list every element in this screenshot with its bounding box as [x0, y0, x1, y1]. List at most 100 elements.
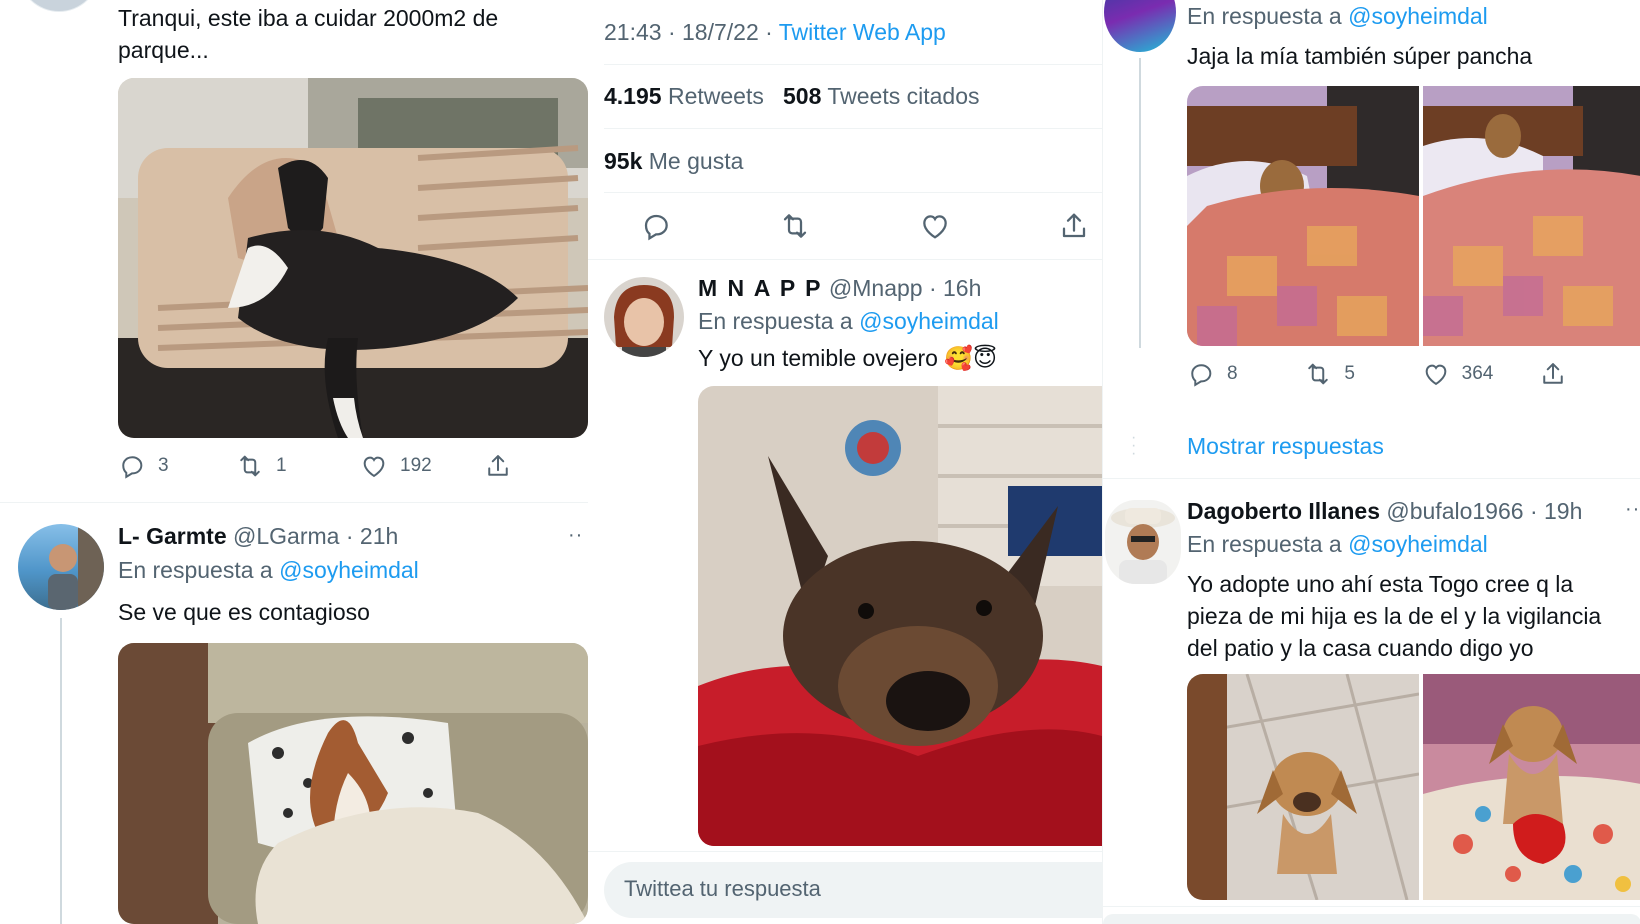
reply-button[interactable]: 8 [1187, 360, 1304, 388]
share-button[interactable] [1539, 360, 1567, 388]
handle[interactable]: @bufalo1966 [1386, 498, 1523, 524]
retweet-icon [236, 452, 264, 480]
tweet-photo-puppy-1[interactable] [1187, 674, 1419, 900]
tweet-header: Dagoberto Illanes @bufalo1966 · 19h [1187, 498, 1582, 525]
tweet-header: L- Garmte @LGarma · 21h [118, 523, 398, 550]
like-button[interactable] [919, 210, 951, 242]
share-button[interactable] [1058, 210, 1090, 242]
divider [0, 502, 588, 503]
retweet-icon [1304, 360, 1332, 388]
more-options-icon[interactable]: ·· [568, 524, 583, 547]
reply-icon [1187, 360, 1215, 388]
thread-line [60, 618, 62, 924]
emoji: 🥰😇 [944, 345, 997, 371]
tweet-header: M N A P P @Mnapp · 16h [698, 275, 981, 302]
mention-link[interactable]: @soyheimdal [1348, 3, 1488, 29]
tweet-text: Y yo un temible ovejero 🥰😇 [698, 342, 997, 374]
reply-prefix: En respuesta a [118, 557, 273, 583]
retweet-button[interactable]: 5 [1304, 360, 1421, 388]
avatar[interactable] [604, 277, 684, 357]
tweet-text-line: Tranqui, este iba a cuidar 2000m2 de [118, 5, 499, 31]
retweets-stat[interactable]: 4.195 Retweets [604, 83, 764, 109]
divider [1103, 906, 1640, 907]
share-icon [484, 452, 512, 480]
mention-link[interactable]: @soyheimdal [1348, 531, 1488, 557]
tweet-text: Se ve que es contagioso [118, 599, 370, 625]
reply-context: En respuesta a @soyheimdal [118, 554, 419, 586]
tweet-actions [640, 210, 1090, 242]
tweet-photo-german-shepherd[interactable] [698, 386, 1102, 846]
share-icon [1058, 210, 1090, 242]
tweet-time[interactable]: · 16h [929, 275, 981, 301]
tweet-time[interactable]: · 19h [1530, 498, 1582, 524]
heart-icon [919, 210, 951, 242]
reply-icon [640, 210, 672, 242]
timestamp-text[interactable]: 21:43 · 18/7/22 · [604, 19, 773, 45]
tweet-photo-puppy-2[interactable] [1423, 674, 1640, 900]
mention-link[interactable]: @soyheimdal [279, 557, 419, 583]
quotes-stat[interactable]: 508 Tweets citados [783, 83, 980, 109]
divider [604, 192, 1102, 193]
reply-count: 8 [1227, 363, 1238, 384]
tweet-photo-dog-on-sofa[interactable] [118, 78, 588, 438]
reply-button[interactable]: 3 [118, 452, 236, 480]
reply-context: En respuesta a @soyheimdal [698, 305, 999, 337]
tweet-actions: 8 5 364 [1187, 360, 1567, 388]
reply-input[interactable]: Twittea tu respuesta [604, 862, 1102, 918]
tweet-photo-dog-in-bed-2[interactable] [1423, 86, 1640, 346]
middle-column: 21:43 · 18/7/22 · Twitter Web App 4.195 … [588, 0, 1102, 924]
tweet-actions: 3 1 192 [118, 452, 522, 480]
right-column: En respuesta a @soyheimdal Jaja la mía t… [1102, 0, 1640, 924]
tweet-text-line: del patio y la casa cuando digo yo [1187, 635, 1534, 661]
display-name[interactable]: L- Garmte [118, 523, 227, 549]
like-count: 192 [400, 455, 432, 476]
avatar[interactable] [18, 0, 100, 12]
display-name[interactable]: M N A P P [698, 275, 823, 301]
retweet-button[interactable] [779, 210, 811, 242]
divider [588, 851, 1102, 852]
source-link[interactable]: Twitter Web App [779, 19, 946, 45]
thread-dots-icon: · · · [1131, 429, 1137, 462]
reply-input-placeholder: Twittea tu respuesta [624, 876, 821, 901]
tweet-text-line: parque... [118, 37, 209, 63]
reply-prefix: En respuesta a [1187, 3, 1342, 29]
tweet-timestamp: 21:43 · 18/7/22 · Twitter Web App [604, 16, 946, 48]
left-column: Tranqui, este iba a cuidar 2000m2 de par… [0, 0, 588, 924]
heart-icon [1422, 360, 1450, 388]
tweet-photo-dog-in-bed-1[interactable] [1187, 86, 1419, 346]
thread-line [1139, 58, 1141, 348]
tweet-text-line: pieza de mi hija es la de el y la vigila… [1187, 603, 1602, 629]
likes-stat[interactable]: 95k Me gusta [604, 145, 743, 177]
reply-count: 3 [158, 455, 169, 476]
like-button[interactable]: 364 [1422, 360, 1539, 388]
mention-link[interactable]: @soyheimdal [859, 308, 999, 334]
engagement-stats: 4.195 Retweets 508 Tweets citados [604, 80, 980, 112]
like-button[interactable]: 192 [360, 452, 484, 480]
bottom-bar [1103, 914, 1640, 924]
reply-icon [118, 452, 146, 480]
reply-prefix: En respuesta a [1187, 531, 1342, 557]
reply-button[interactable] [640, 210, 672, 242]
show-replies-link[interactable]: Mostrar respuestas [1187, 430, 1384, 462]
reply-context: En respuesta a @soyheimdal [1187, 528, 1488, 560]
avatar[interactable] [1105, 500, 1181, 584]
share-button[interactable] [484, 452, 512, 480]
like-count: 364 [1461, 363, 1494, 384]
display-name[interactable]: Dagoberto Illanes [1187, 498, 1380, 524]
reply-prefix: En respuesta a [698, 308, 853, 334]
more-options-icon[interactable]: ·· [1625, 498, 1640, 521]
handle[interactable]: @LGarma [233, 523, 339, 549]
tweet-text-line: Yo adopte uno ahí esta Togo cree q la [1187, 571, 1574, 597]
handle[interactable]: @Mnapp [829, 275, 923, 301]
divider [1103, 478, 1640, 479]
tweet-photo-sleeping-dog[interactable] [118, 643, 588, 924]
divider [604, 128, 1102, 129]
avatar[interactable] [18, 524, 104, 610]
avatar[interactable] [1104, 0, 1176, 52]
tweet-text-body: Y yo un temible ovejero [698, 345, 938, 371]
retweet-button[interactable]: 1 [236, 452, 360, 480]
tweet-time[interactable]: · 21h [346, 523, 398, 549]
share-icon [1539, 360, 1567, 388]
divider [604, 64, 1102, 65]
heart-icon [360, 452, 388, 480]
